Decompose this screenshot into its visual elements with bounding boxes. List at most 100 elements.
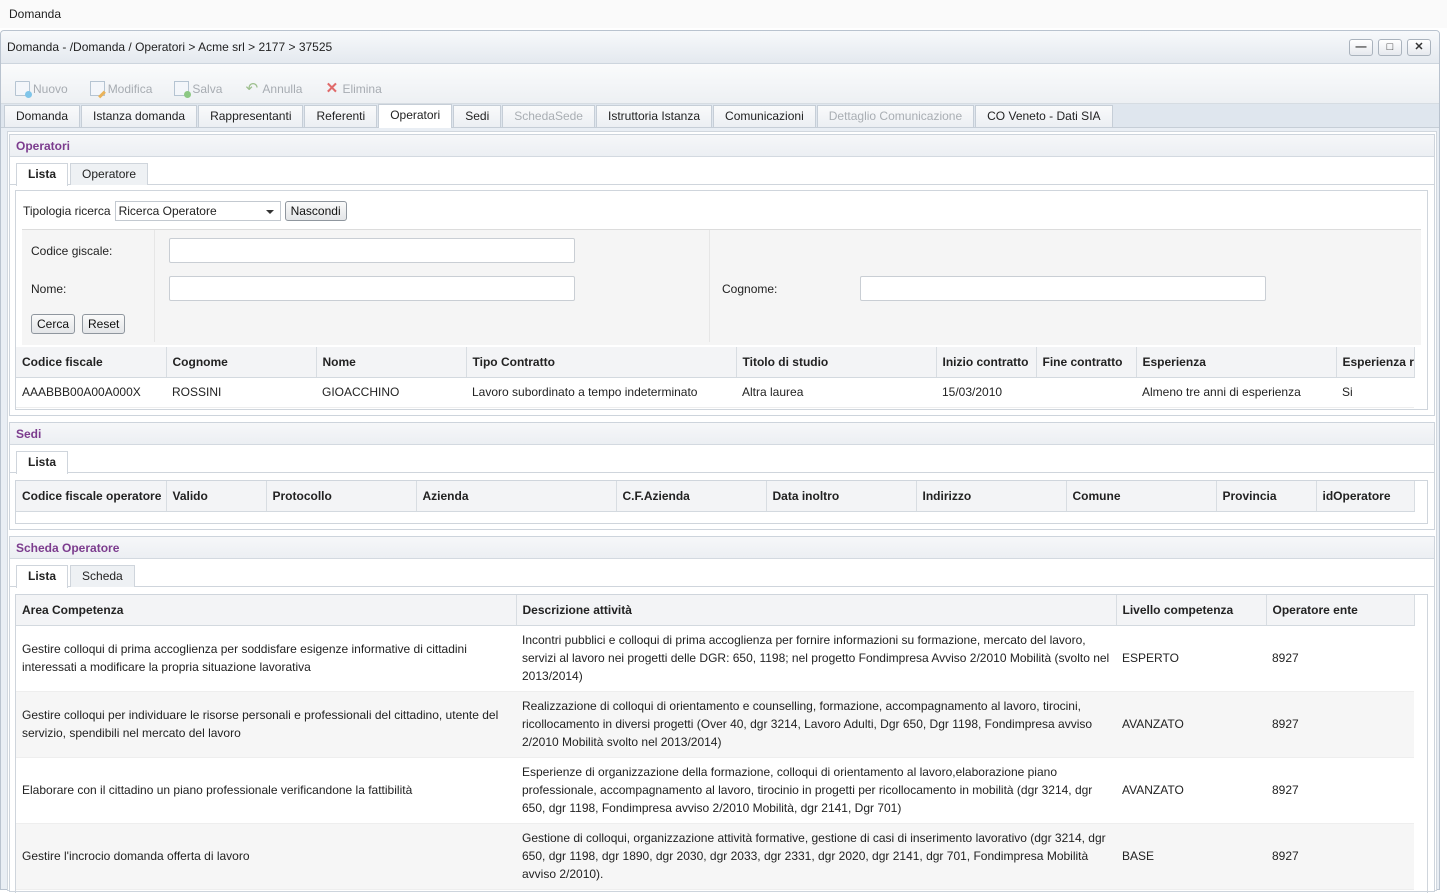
column-header[interactable]: Valido xyxy=(166,481,267,512)
scheda-grid-box: Area Competenza Descrizione attività Liv… xyxy=(15,594,1428,893)
window-title: Domanda - /Domanda / Operatori > Acme sr… xyxy=(7,40,333,54)
edit-button[interactable]: Modifica xyxy=(89,74,153,103)
table-cell xyxy=(1036,377,1136,408)
reset-button[interactable]: Reset xyxy=(82,314,126,334)
search-type-select[interactable]: Ricerca Operatore xyxy=(114,201,281,221)
tab-domanda[interactable]: Domanda xyxy=(4,105,81,127)
table-cell: Gestire l'incrocio domanda offerta di la… xyxy=(16,823,516,890)
tab-co-veneto[interactable]: CO Veneto - Dati SIA xyxy=(975,105,1113,127)
operatori-subtabs: Lista Operatore xyxy=(10,163,1434,186)
search-type-label: Tipologia ricerca xyxy=(23,204,111,218)
delete-button[interactable]: ✕ Elimina xyxy=(324,74,382,103)
table-cell: Elaborare con il cittadino un piano prof… xyxy=(16,757,516,824)
scheda-table: Area Competenza Descrizione attività Liv… xyxy=(16,595,1415,890)
table-header-row: Codice fiscale operatore Valido Protocol… xyxy=(16,481,1415,512)
save-button[interactable]: Salva xyxy=(174,74,222,103)
table-row[interactable]: Gestire colloqui di prima accoglienza pe… xyxy=(16,625,1414,692)
tab-referenti[interactable]: Referenti xyxy=(304,105,378,127)
table-cell: 8927 xyxy=(1266,823,1414,890)
column-header[interactable]: Inizio contratto xyxy=(936,347,1037,378)
column-header[interactable]: Fine contratto xyxy=(1036,347,1137,378)
edit-label: Modifica xyxy=(107,81,153,96)
column-header[interactable]: Esperienza r xyxy=(1336,347,1415,378)
sedi-grid-box: Codice fiscale operatore Valido Protocol… xyxy=(15,480,1428,524)
sedi-panel: Sedi Lista Codice fiscale operatore Vali… xyxy=(9,422,1435,530)
tab-operatore[interactable]: Operatore xyxy=(70,163,149,185)
close-button[interactable]: ✕ xyxy=(1407,39,1431,56)
column-header[interactable]: Tipo Contratto xyxy=(466,347,737,378)
column-header[interactable]: Nome xyxy=(316,347,467,378)
table-header-row: Area Competenza Descrizione attività Liv… xyxy=(16,595,1415,626)
form-divider xyxy=(154,230,155,342)
column-header[interactable]: Codice fiscale operatore xyxy=(16,481,167,512)
minimize-button[interactable]: — xyxy=(1349,39,1373,56)
hide-button[interactable]: Nascondi xyxy=(284,201,347,221)
tab-scheda[interactable]: Scheda xyxy=(70,565,135,587)
tab-lista[interactable]: Lista xyxy=(16,163,69,186)
tab-istruttoria-istanza[interactable]: Istruttoria Istanza xyxy=(595,105,713,127)
column-header[interactable]: Protocollo xyxy=(266,481,417,512)
edit-icon xyxy=(89,81,105,96)
column-header[interactable]: Codice fiscale xyxy=(16,347,167,378)
operatori-title: Operatori xyxy=(10,135,1434,157)
form-divider xyxy=(709,230,710,342)
operatori-table: Codice fiscale Cognome Nome Tipo Contrat… xyxy=(16,347,1415,408)
table-cell: AVANZATO xyxy=(1116,757,1266,824)
column-header[interactable]: Descrizione attività xyxy=(516,595,1117,626)
column-header[interactable]: Indirizzo xyxy=(916,481,1067,512)
table-cell: AVANZATO xyxy=(1116,691,1266,758)
column-header[interactable]: Operatore ente xyxy=(1266,595,1415,626)
table-row[interactable]: Gestire colloqui per individuare le riso… xyxy=(16,691,1414,758)
column-header[interactable]: Data inoltro xyxy=(766,481,917,512)
table-cell: 15/03/2010 xyxy=(936,377,1036,408)
table-cell: 8927 xyxy=(1266,625,1414,692)
column-header[interactable]: idOperatore xyxy=(1316,481,1415,512)
column-header[interactable]: Cognome xyxy=(166,347,317,378)
table-cell: Gestire colloqui di prima accoglienza pe… xyxy=(16,625,516,692)
tab-lista[interactable]: Lista xyxy=(16,451,69,474)
tab-comunicazioni[interactable]: Comunicazioni xyxy=(713,105,816,127)
column-header[interactable]: Esperienza xyxy=(1136,347,1337,378)
table-row[interactable]: Elaborare con il cittadino un piano prof… xyxy=(16,757,1414,824)
scheda-operatore-panel: Scheda Operatore Lista Scheda Area Compe… xyxy=(9,536,1435,893)
search-button[interactable]: Cerca xyxy=(31,314,76,334)
surname-input[interactable] xyxy=(860,276,1266,301)
toolbar: Nuovo Modifica Salva ↶ Annulla ✕ Elimina xyxy=(1,64,1439,104)
table-row[interactable]: AAABBB00A00A000X ROSSINI GIOACCHINO Lavo… xyxy=(16,377,1414,408)
table-cell: Gestire colloqui per individuare le riso… xyxy=(16,691,516,758)
tab-lista[interactable]: Lista xyxy=(16,565,69,588)
name-label: Nome: xyxy=(31,282,67,296)
tab-istanza-domanda[interactable]: Istanza domanda xyxy=(81,105,198,127)
undo-icon: ↶ xyxy=(245,80,259,97)
tab-operatori[interactable]: Operatori xyxy=(378,104,453,128)
table-cell: GIOACCHINO xyxy=(316,377,466,408)
search-box: Tipologia ricerca Ricerca Operatore Nasc… xyxy=(15,190,1428,410)
column-header[interactable]: Comune xyxy=(1066,481,1217,512)
table-row[interactable]: Gestire l'incrocio domanda offerta di la… xyxy=(16,823,1414,890)
scheda-operatore-title: Scheda Operatore xyxy=(10,537,1434,559)
table-cell: 8927 xyxy=(1266,757,1414,824)
tab-rappresentanti[interactable]: Rappresentanti xyxy=(198,105,304,127)
column-header[interactable]: Livello competenza xyxy=(1116,595,1267,626)
column-header[interactable]: C.F.Azienda xyxy=(616,481,767,512)
column-header[interactable]: Titolo di studio xyxy=(736,347,937,378)
delete-label: Elimina xyxy=(342,81,382,96)
sedi-subtabs: Lista xyxy=(10,451,1434,474)
tab-content: Operatori Lista Operatore Tipologia rice… xyxy=(7,131,1437,893)
table-cell: Realizzazione di colloqui di orientament… xyxy=(516,691,1116,758)
new-document-icon xyxy=(15,81,32,98)
fiscal-code-input[interactable] xyxy=(169,238,575,263)
cancel-button[interactable]: ↶ Annulla xyxy=(244,74,303,103)
sedi-title: Sedi xyxy=(10,423,1434,445)
tab-sedi[interactable]: Sedi xyxy=(453,105,502,127)
new-button[interactable]: Nuovo xyxy=(15,74,68,103)
column-header[interactable]: Provincia xyxy=(1216,481,1317,512)
name-input[interactable] xyxy=(169,276,575,301)
tab-schedasede: SchedaSede xyxy=(502,105,595,127)
column-header[interactable]: Azienda xyxy=(416,481,617,512)
column-header[interactable]: Area Competenza xyxy=(16,595,517,626)
table-cell: Altra laurea xyxy=(736,377,936,408)
main-tabs: Domanda Istanza domanda Rappresentanti R… xyxy=(1,104,1439,128)
maximize-button[interactable]: □ xyxy=(1378,39,1402,56)
table-cell: Incontri pubblici e colloqui di prima ac… xyxy=(516,625,1116,692)
